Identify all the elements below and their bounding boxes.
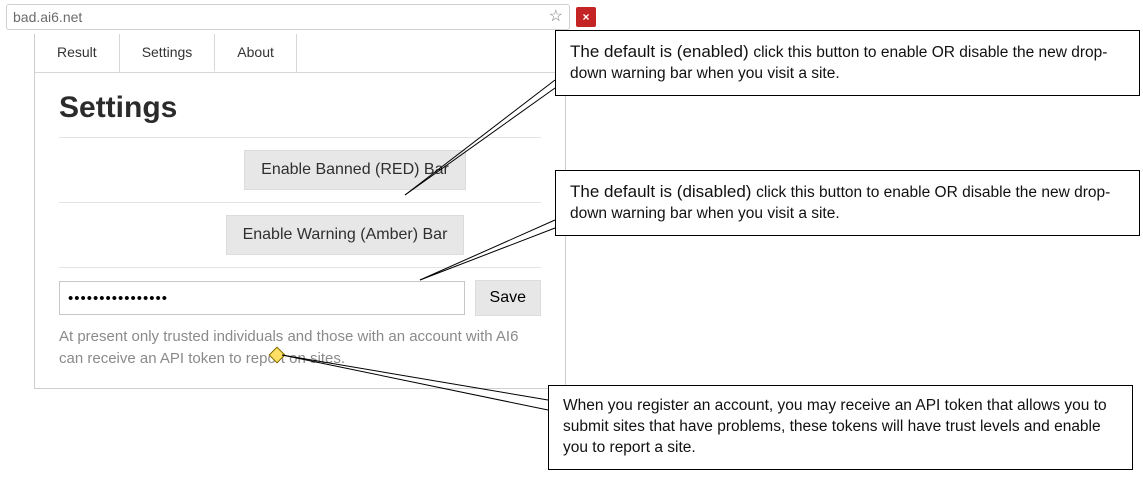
callout-lead: The default is (disabled)	[570, 182, 756, 201]
divider	[59, 267, 541, 268]
callout-api-token: When you register an account, you may re…	[548, 385, 1133, 470]
api-note-text: At present only trusted individuals and …	[59, 326, 541, 370]
page-title: Settings	[59, 91, 541, 125]
browser-chrome: bad.ai6.net ☆ ×	[0, 0, 1143, 32]
callout-lead: The default is (enabled)	[570, 42, 753, 61]
callout-enabled: The default is (enabled) click this butt…	[555, 30, 1140, 96]
save-button[interactable]: Save	[475, 280, 541, 316]
divider	[59, 137, 541, 138]
row-enable-banned: Enable Banned (RED) Bar	[59, 150, 541, 190]
settings-panel: Settings Enable Banned (RED) Bar Enable …	[35, 73, 565, 388]
tab-result[interactable]: Result	[35, 34, 120, 72]
bookmark-star-icon[interactable]: ☆	[549, 9, 563, 25]
row-enable-warning: Enable Warning (Amber) Bar	[59, 215, 541, 255]
callout-disabled: The default is (disabled) click this but…	[555, 170, 1140, 236]
callout-text: When you register an account, you may re…	[563, 397, 1107, 456]
tab-about[interactable]: About	[215, 34, 297, 72]
api-token-row: Save	[59, 280, 541, 316]
enable-banned-button[interactable]: Enable Banned (RED) Bar	[244, 150, 466, 190]
api-token-input[interactable]	[59, 281, 465, 315]
tab-settings[interactable]: Settings	[120, 34, 216, 72]
extension-badge-icon[interactable]: ×	[576, 7, 596, 27]
divider	[59, 202, 541, 203]
url-text: bad.ai6.net	[13, 9, 82, 25]
address-bar[interactable]: bad.ai6.net ☆	[6, 4, 570, 30]
extension-popup: Result Settings About Settings Enable Ba…	[34, 34, 566, 389]
tab-bar: Result Settings About	[35, 34, 565, 73]
enable-warning-button[interactable]: Enable Warning (Amber) Bar	[226, 215, 465, 255]
